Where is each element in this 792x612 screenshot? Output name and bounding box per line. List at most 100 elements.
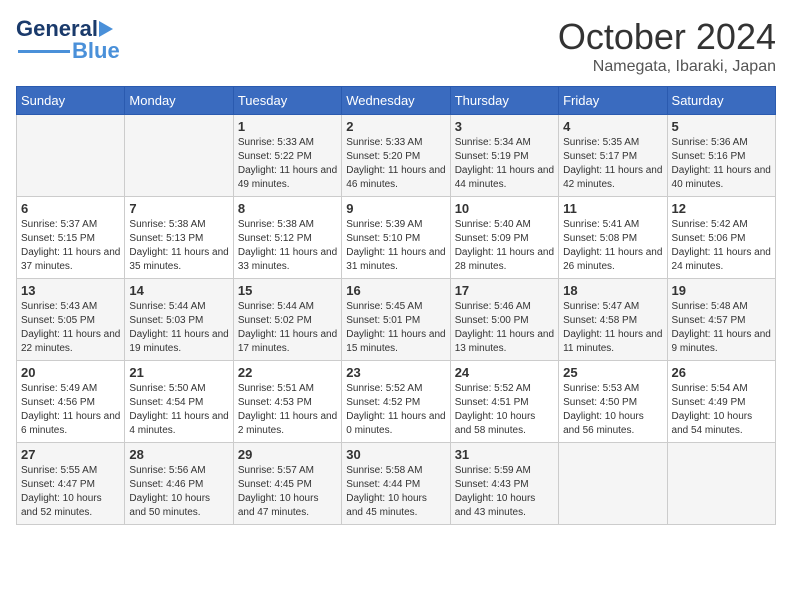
day-number: 6 xyxy=(21,201,120,216)
calendar-cell: 25 Sunrise: 5:53 AMSunset: 4:50 PMDayligh… xyxy=(559,361,667,443)
calendar-week-row: 20Sunrise: 5:49 AMSunset: 4:56 PMDayligh… xyxy=(17,361,776,443)
calendar-cell: 4 Sunrise: 5:35 AMSunset: 5:17 PMDaylight… xyxy=(559,115,667,197)
calendar-cell: 22Sunrise: 5:51 AMSunset: 4:53 PMDayligh… xyxy=(233,361,341,443)
calendar-cell: 26Sunrise: 5:54 AMSunset: 4:49 PMDayligh… xyxy=(667,361,775,443)
page-header: General Blue October 2024 Namegata, Ibar… xyxy=(16,16,776,76)
day-number: 21 xyxy=(129,365,228,380)
day-info: Sunrise: 5:37 AMSunset: 5:15 PMDaylight:… xyxy=(21,219,120,272)
day-number: 13 xyxy=(21,283,120,298)
calendar-cell: 7 Sunrise: 5:38 AMSunset: 5:13 PMDaylight… xyxy=(125,197,233,279)
day-number: 19 xyxy=(672,283,771,298)
weekday-header-thursday: Thursday xyxy=(450,87,558,115)
day-number: 24 xyxy=(455,365,554,380)
day-number: 26 xyxy=(672,365,771,380)
calendar-cell: 24 Sunrise: 5:52 AMSunset: 4:51 PMDayligh… xyxy=(450,361,558,443)
calendar-cell: 30 Sunrise: 5:58 AMSunset: 4:44 PMDayligh… xyxy=(342,443,450,525)
day-info: Sunrise: 5:52 AMSunset: 4:52 PMDaylight:… xyxy=(346,383,445,436)
calendar-week-row: 1Sunrise: 5:33 AMSunset: 5:22 PMDaylight… xyxy=(17,115,776,197)
calendar-cell xyxy=(125,115,233,197)
day-number: 9 xyxy=(346,201,445,216)
day-info: Sunrise: 5:57 AMSunset: 4:45 PMDaylight:… xyxy=(238,465,319,518)
day-number: 31 xyxy=(455,447,554,462)
weekday-header-friday: Friday xyxy=(559,87,667,115)
day-number: 17 xyxy=(455,283,554,298)
calendar-cell: 10 Sunrise: 5:40 AMSunset: 5:09 PMDayligh… xyxy=(450,197,558,279)
weekday-header-monday: Monday xyxy=(125,87,233,115)
calendar-table: SundayMondayTuesdayWednesdayThursdayFrid… xyxy=(16,86,776,525)
day-info: Sunrise: 5:56 AMSunset: 4:46 PMDaylight:… xyxy=(129,465,210,518)
day-number: 11 xyxy=(563,201,662,216)
calendar-cell: 23 Sunrise: 5:52 AMSunset: 4:52 PMDayligh… xyxy=(342,361,450,443)
month-title: October 2024 xyxy=(558,16,776,58)
day-info: Sunrise: 5:59 AMSunset: 4:43 PMDaylight:… xyxy=(455,465,536,518)
calendar-cell: 19 Sunrise: 5:48 AMSunset: 4:57 PMDayligh… xyxy=(667,279,775,361)
day-number: 27 xyxy=(21,447,120,462)
day-info: Sunrise: 5:35 AMSunset: 5:17 PMDaylight:… xyxy=(563,137,662,190)
day-number: 7 xyxy=(129,201,228,216)
day-number: 5 xyxy=(672,119,771,134)
day-number: 28 xyxy=(129,447,228,462)
calendar-cell xyxy=(559,443,667,525)
day-number: 30 xyxy=(346,447,445,462)
day-number: 15 xyxy=(238,283,337,298)
calendar-cell xyxy=(667,443,775,525)
weekday-header-tuesday: Tuesday xyxy=(233,87,341,115)
logo-blue: Blue xyxy=(72,38,120,64)
day-info: Sunrise: 5:33 AMSunset: 5:20 PMDaylight:… xyxy=(346,137,445,190)
day-number: 3 xyxy=(455,119,554,134)
day-info: Sunrise: 5:53 AMSunset: 4:50 PMDaylight:… xyxy=(563,383,644,436)
day-info: Sunrise: 5:40 AMSunset: 5:09 PMDaylight:… xyxy=(455,219,554,272)
day-number: 29 xyxy=(238,447,337,462)
logo: General Blue xyxy=(16,16,120,64)
day-info: Sunrise: 5:42 AMSunset: 5:06 PMDaylight:… xyxy=(672,219,771,272)
calendar-cell: 16Sunrise: 5:45 AMSunset: 5:01 PMDayligh… xyxy=(342,279,450,361)
day-info: Sunrise: 5:39 AMSunset: 5:10 PMDaylight:… xyxy=(346,219,445,272)
calendar-cell: 14 Sunrise: 5:44 AMSunset: 5:03 PMDayligh… xyxy=(125,279,233,361)
day-info: Sunrise: 5:38 AMSunset: 5:13 PMDaylight:… xyxy=(129,219,228,272)
calendar-cell: 18 Sunrise: 5:47 AMSunset: 4:58 PMDayligh… xyxy=(559,279,667,361)
day-info: Sunrise: 5:44 AMSunset: 5:02 PMDaylight:… xyxy=(238,301,337,354)
calendar-cell: 27 Sunrise: 5:55 AMSunset: 4:47 PMDayligh… xyxy=(17,443,125,525)
location: Namegata, Ibaraki, Japan xyxy=(558,58,776,76)
calendar-cell: 20Sunrise: 5:49 AMSunset: 4:56 PMDayligh… xyxy=(17,361,125,443)
weekday-header-saturday: Saturday xyxy=(667,87,775,115)
day-number: 4 xyxy=(563,119,662,134)
calendar-week-row: 13 Sunrise: 5:43 AMSunset: 5:05 PMDayligh… xyxy=(17,279,776,361)
weekday-header-wednesday: Wednesday xyxy=(342,87,450,115)
calendar-cell: 15 Sunrise: 5:44 AMSunset: 5:02 PMDayligh… xyxy=(233,279,341,361)
calendar-cell: 3Sunrise: 5:34 AMSunset: 5:19 PMDaylight… xyxy=(450,115,558,197)
day-number: 2 xyxy=(346,119,445,134)
day-number: 25 xyxy=(563,365,662,380)
calendar-cell: 31 Sunrise: 5:59 AMSunset: 4:43 PMDayligh… xyxy=(450,443,558,525)
day-number: 12 xyxy=(672,201,771,216)
calendar-week-row: 6 Sunrise: 5:37 AMSunset: 5:15 PMDaylight… xyxy=(17,197,776,279)
calendar-week-row: 27 Sunrise: 5:55 AMSunset: 4:47 PMDayligh… xyxy=(17,443,776,525)
day-info: Sunrise: 5:33 AMSunset: 5:22 PMDaylight:… xyxy=(238,137,337,190)
weekday-header-row: SundayMondayTuesdayWednesdayThursdayFrid… xyxy=(17,87,776,115)
day-info: Sunrise: 5:38 AMSunset: 5:12 PMDaylight:… xyxy=(238,219,337,272)
day-info: Sunrise: 5:44 AMSunset: 5:03 PMDaylight:… xyxy=(129,301,228,354)
day-number: 10 xyxy=(455,201,554,216)
day-info: Sunrise: 5:43 AMSunset: 5:05 PMDaylight:… xyxy=(21,301,120,354)
day-number: 14 xyxy=(129,283,228,298)
day-number: 23 xyxy=(346,365,445,380)
day-info: Sunrise: 5:45 AMSunset: 5:01 PMDaylight:… xyxy=(346,301,445,354)
day-info: Sunrise: 5:58 AMSunset: 4:44 PMDaylight:… xyxy=(346,465,427,518)
day-info: Sunrise: 5:51 AMSunset: 4:53 PMDaylight:… xyxy=(238,383,337,436)
day-info: Sunrise: 5:50 AMSunset: 4:54 PMDaylight:… xyxy=(129,383,228,436)
calendar-cell: 17 Sunrise: 5:46 AMSunset: 5:00 PMDayligh… xyxy=(450,279,558,361)
day-number: 18 xyxy=(563,283,662,298)
logo-arrow-icon xyxy=(99,21,119,37)
day-info: Sunrise: 5:48 AMSunset: 4:57 PMDaylight:… xyxy=(672,301,771,354)
calendar-cell: 5Sunrise: 5:36 AMSunset: 5:16 PMDaylight… xyxy=(667,115,775,197)
calendar-cell: 29 Sunrise: 5:57 AMSunset: 4:45 PMDayligh… xyxy=(233,443,341,525)
calendar-cell: 8Sunrise: 5:38 AMSunset: 5:12 PMDaylight… xyxy=(233,197,341,279)
calendar-cell: 28 Sunrise: 5:56 AMSunset: 4:46 PMDayligh… xyxy=(125,443,233,525)
day-info: Sunrise: 5:46 AMSunset: 5:00 PMDaylight:… xyxy=(455,301,554,354)
calendar-cell: 13 Sunrise: 5:43 AMSunset: 5:05 PMDayligh… xyxy=(17,279,125,361)
day-number: 20 xyxy=(21,365,120,380)
day-info: Sunrise: 5:55 AMSunset: 4:47 PMDaylight:… xyxy=(21,465,102,518)
day-info: Sunrise: 5:52 AMSunset: 4:51 PMDaylight:… xyxy=(455,383,536,436)
day-info: Sunrise: 5:47 AMSunset: 4:58 PMDaylight:… xyxy=(563,301,662,354)
title-section: October 2024 Namegata, Ibaraki, Japan xyxy=(558,16,776,76)
